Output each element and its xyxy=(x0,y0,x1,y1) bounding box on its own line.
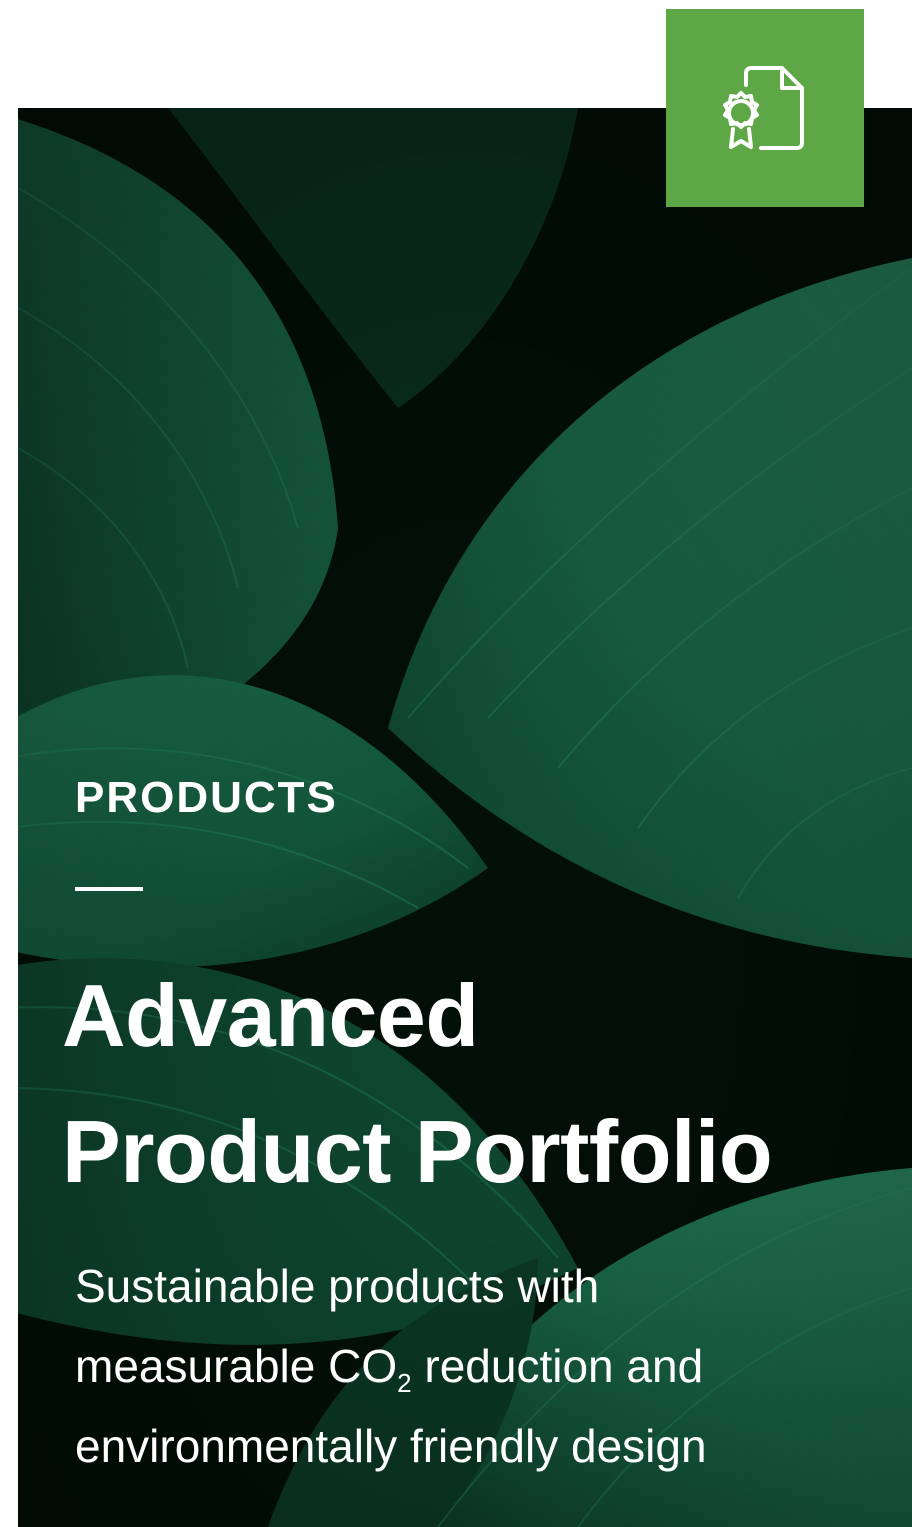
hero-description-line-1: Sustainable products with xyxy=(75,1260,600,1312)
section-eyebrow: PRODUCTS xyxy=(75,773,338,822)
eyebrow-divider xyxy=(75,887,143,891)
desc-text-before-sub: measurable CO xyxy=(75,1340,398,1392)
hero-section: PRODUCTS Advanced Product Portfolio Sust… xyxy=(18,108,912,1527)
certificate-badge-button[interactable] xyxy=(666,9,864,207)
hero-description: Sustainable products with measurable CO2… xyxy=(75,1246,707,1486)
page: PRODUCTS Advanced Product Portfolio Sust… xyxy=(0,0,912,1527)
hero-content: PRODUCTS Advanced Product Portfolio Sust… xyxy=(18,108,912,1527)
certificate-document-icon xyxy=(723,66,804,150)
hero-description-line-2: measurable CO2 reduction and xyxy=(75,1326,707,1406)
desc-text-after-sub: reduction and xyxy=(411,1340,704,1392)
hero-title-line-1: Advanced xyxy=(62,966,479,1065)
co2-subscript: 2 xyxy=(397,1368,412,1398)
hero-title-line-2: Product Portfolio xyxy=(62,1102,773,1201)
hero-title: Advanced Product Portfolio xyxy=(62,948,773,1220)
hero-description-line-3: environmentally friendly design xyxy=(75,1420,707,1472)
